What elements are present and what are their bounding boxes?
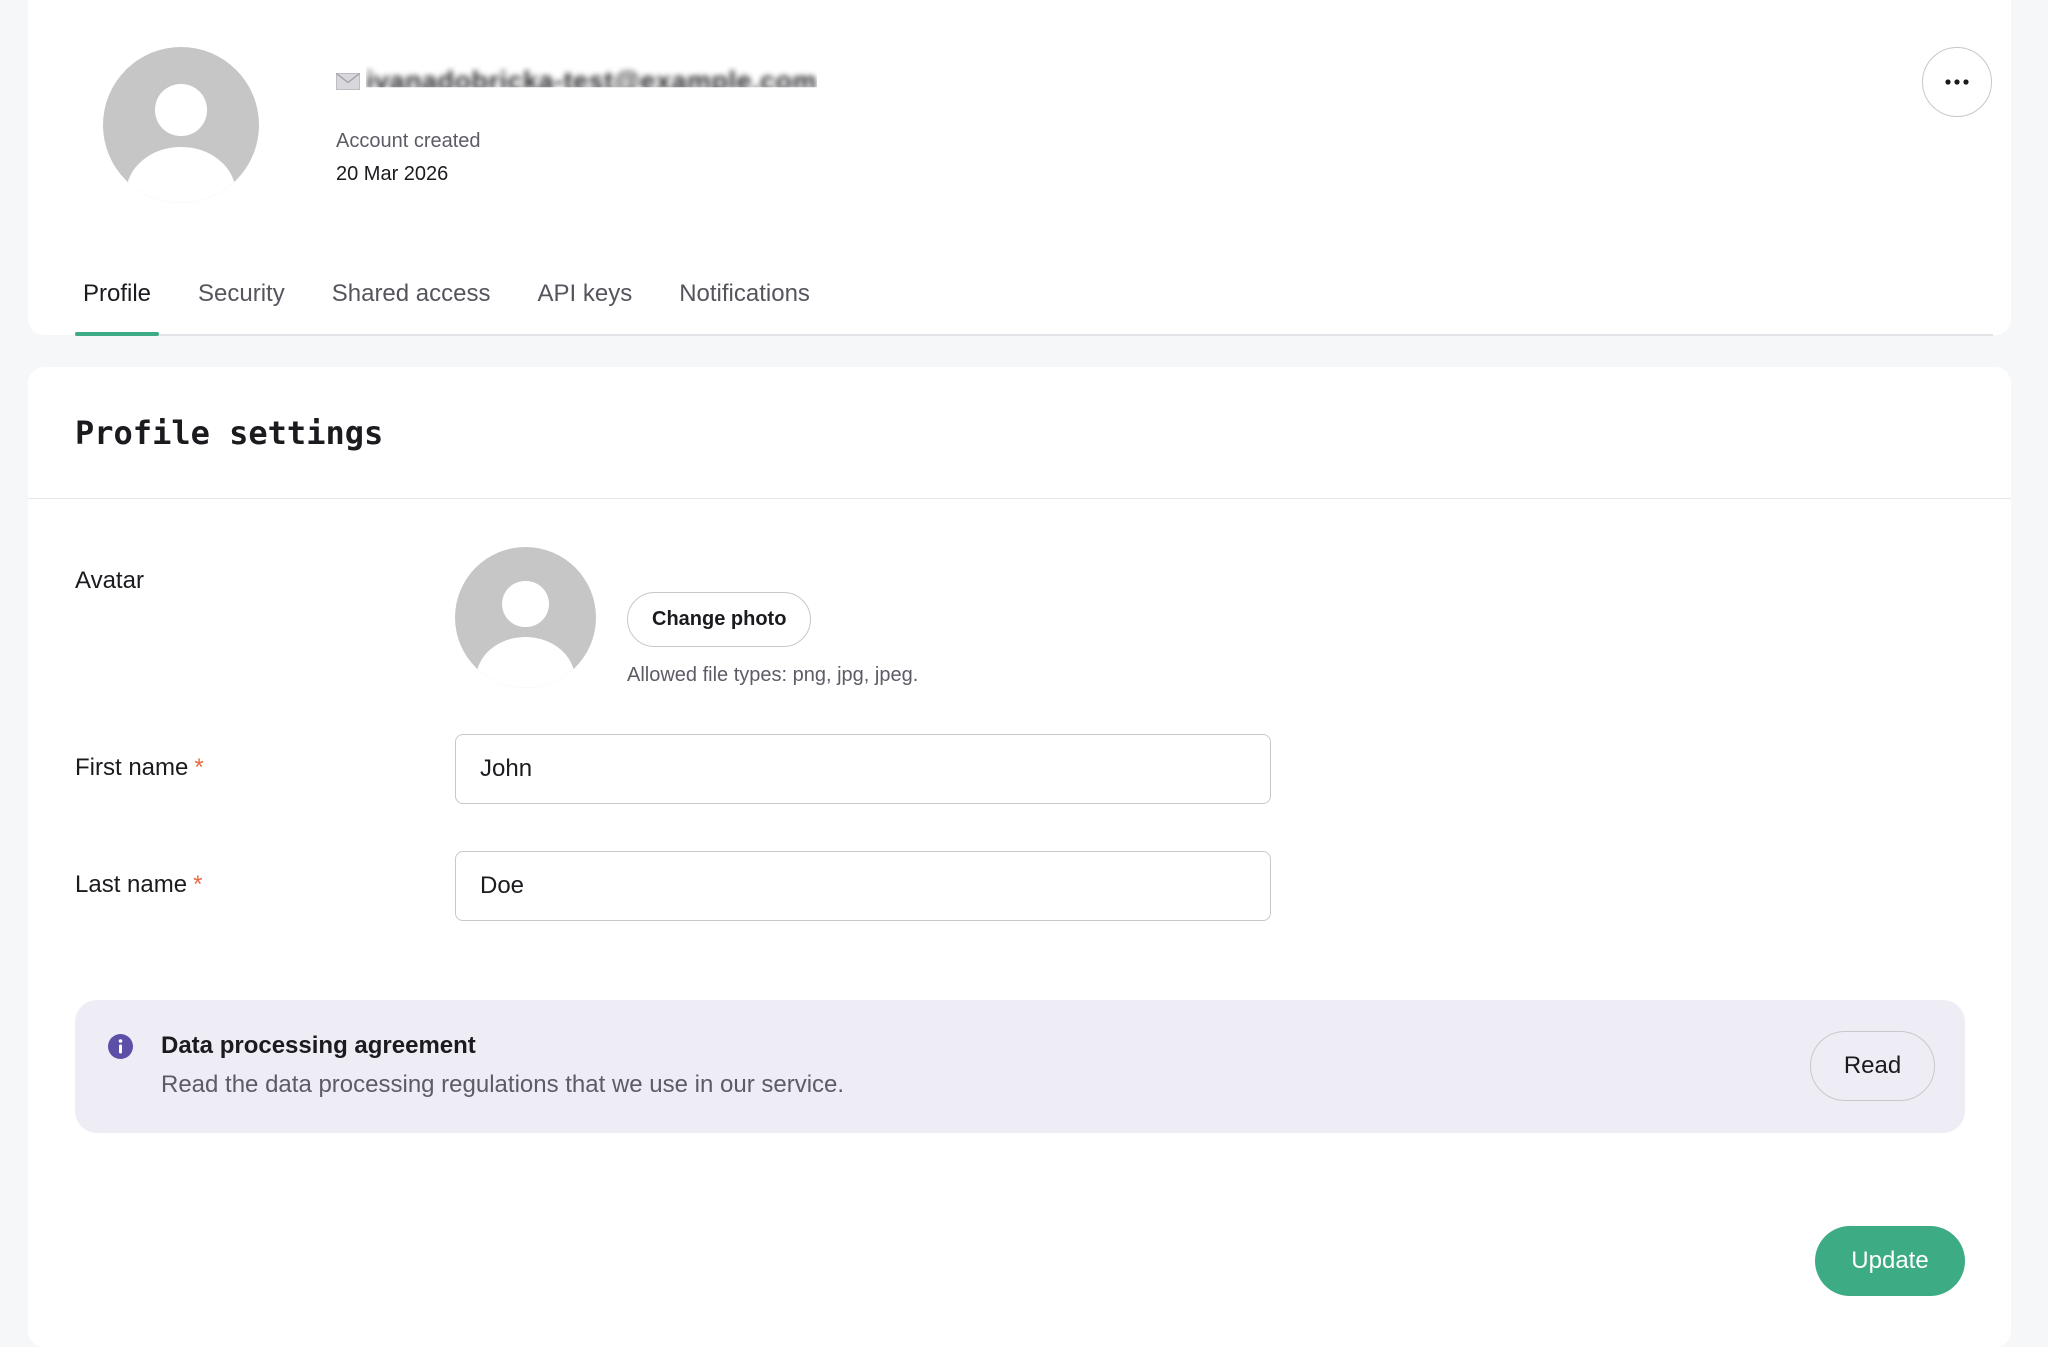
read-agreement-button[interactable]: Read <box>1810 1031 1935 1101</box>
account-email: ivanadobricka-test@example.com <box>366 65 817 96</box>
first-name-label-text: First name <box>75 754 189 781</box>
allowed-file-types-hint: Allowed file types: png, jpg, jpeg. <box>627 664 919 686</box>
tab-security[interactable]: Security <box>190 255 293 333</box>
avatar-placeholder-icon <box>103 47 259 203</box>
last-name-label: Last name * <box>75 871 202 899</box>
avatar-label: Avatar <box>75 567 144 594</box>
avatar-preview-icon <box>455 547 596 688</box>
data-processing-notice: Data processing agreement Read the data … <box>75 1000 1965 1133</box>
notice-text: Read the data processing regulations tha… <box>161 1071 845 1098</box>
first-name-label: First name * <box>75 754 204 782</box>
first-name-input[interactable] <box>455 734 1271 804</box>
tab-shared-access[interactable]: Shared access <box>324 255 499 333</box>
tab-profile[interactable]: Profile <box>75 255 160 336</box>
change-photo-button[interactable]: Change photo <box>627 592 812 647</box>
info-icon <box>108 1034 133 1059</box>
update-button[interactable]: Update <box>1815 1226 1965 1296</box>
more-horizontal-icon <box>1945 79 1969 85</box>
tab-notifications[interactable]: Notifications <box>671 255 818 333</box>
settings-tabs: Profile Security Shared access API keys … <box>75 255 1993 336</box>
email-row: ivanadobricka-test@example.com <box>336 66 817 96</box>
profile-header-card: ivanadobricka-test@example.com Account c… <box>28 0 2011 336</box>
last-name-label-text: Last name <box>75 871 188 898</box>
mail-icon <box>336 72 360 90</box>
tab-api-keys[interactable]: API keys <box>530 255 641 333</box>
account-created-value: 20 Mar 2026 <box>336 163 449 185</box>
account-created-label: Account created <box>336 130 481 152</box>
profile-settings-card: Profile settings Avatar Change photo All… <box>28 367 2011 1347</box>
page-title: Profile settings <box>75 414 384 452</box>
divider <box>28 498 2011 499</box>
last-name-input[interactable] <box>455 851 1271 921</box>
required-marker: * <box>194 754 204 781</box>
more-options-button[interactable] <box>1922 47 1992 117</box>
notice-title: Data processing agreement <box>161 1032 476 1059</box>
required-marker: * <box>193 871 203 898</box>
